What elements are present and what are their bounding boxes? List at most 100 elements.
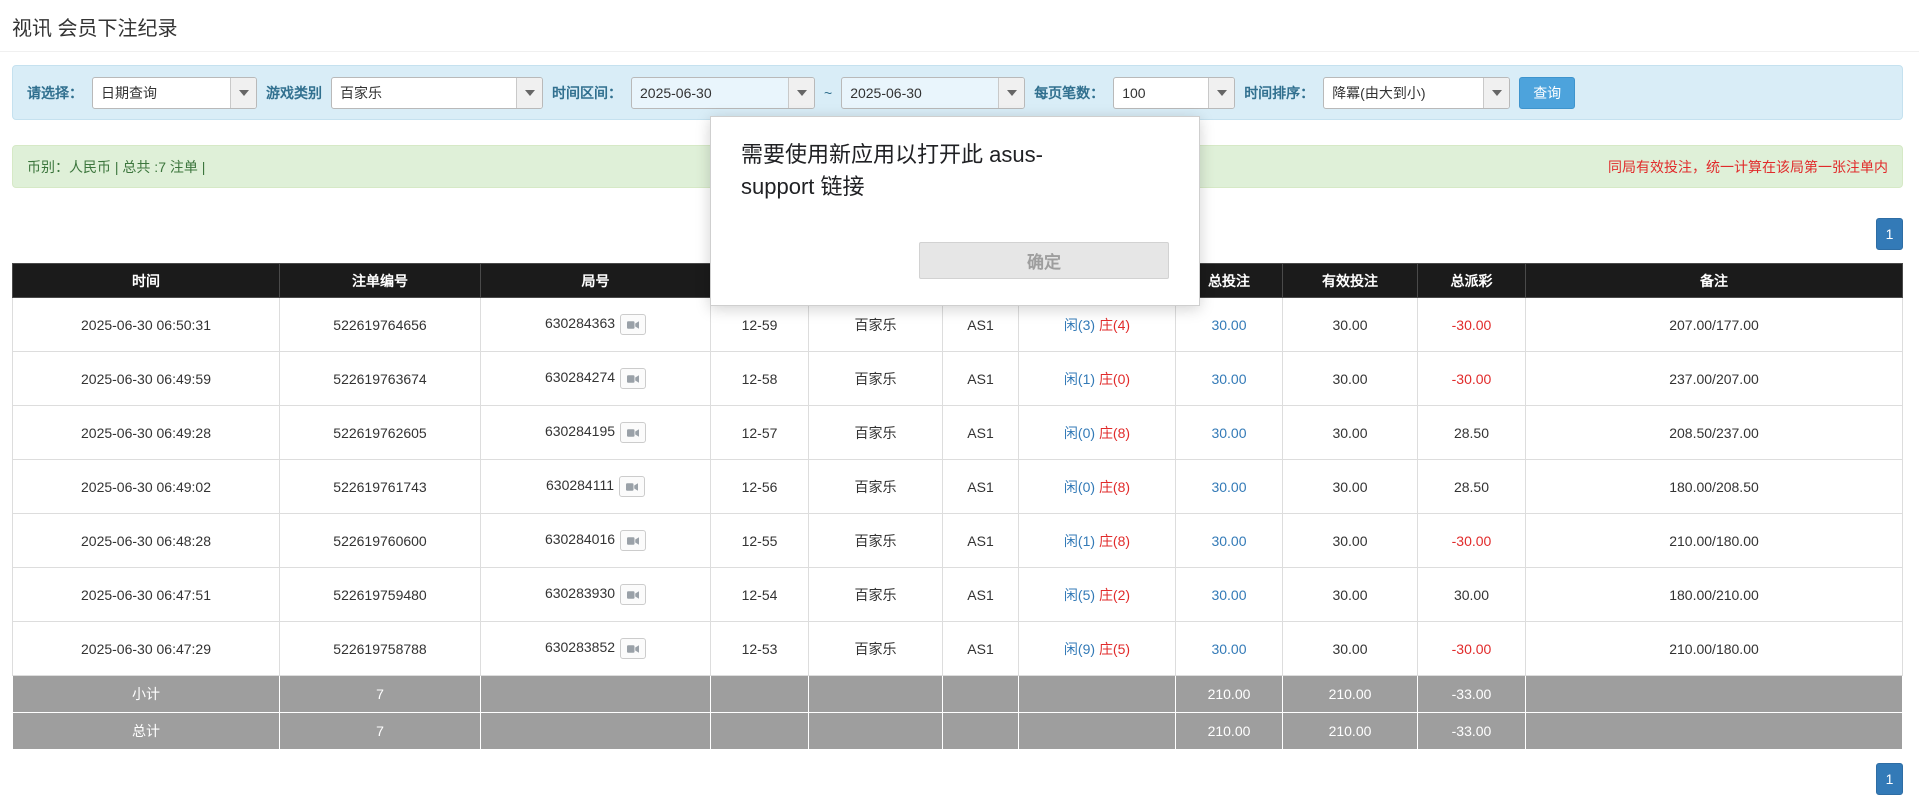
- player-result: 闲(1): [1064, 371, 1095, 387]
- game-type-input[interactable]: [332, 78, 516, 108]
- page-size-combobox: [1113, 77, 1235, 109]
- page-size-input[interactable]: [1114, 78, 1208, 108]
- cell-valid-bet: 30.00: [1283, 514, 1418, 568]
- total-row: 总计 7 210.00 210.00 -33.00: [13, 713, 1903, 750]
- empty-cell: [481, 676, 711, 713]
- date-from-dropdown-button[interactable]: [788, 78, 814, 108]
- table-row: 2025-06-30 06:47:51 522619759480 6302839…: [13, 568, 1903, 622]
- page-size-dropdown-button[interactable]: [1208, 78, 1234, 108]
- video-icon: [627, 535, 639, 547]
- date-to-dropdown-button[interactable]: [998, 78, 1024, 108]
- cell-round-no: 630284111: [481, 460, 711, 514]
- video-icon: [627, 427, 639, 439]
- payout-amount: -30.00: [1452, 641, 1492, 657]
- cell-time: 2025-06-30 06:47:51: [13, 568, 280, 622]
- cell-valid-bet: 30.00: [1283, 298, 1418, 352]
- table-code: AS1: [967, 479, 993, 495]
- cell-total-bet: 30.00: [1176, 622, 1283, 676]
- cell-shoe-round: 12-57: [711, 406, 809, 460]
- pagination-bottom-page-1-button[interactable]: 1: [1876, 763, 1903, 795]
- video-icon-button[interactable]: [620, 368, 646, 389]
- shoe-round: 12-57: [742, 425, 778, 441]
- subtotal-row: 小计 7 210.00 210.00 -33.00: [13, 676, 1903, 713]
- player-result: 闲(0): [1064, 479, 1095, 495]
- sort-order-input[interactable]: [1324, 78, 1483, 108]
- valid-bet: 30.00: [1332, 317, 1367, 333]
- table-code: AS1: [967, 533, 993, 549]
- dialog-message: 需要使用新应用以打开此 asus-support 链接: [741, 139, 1106, 203]
- table-code: AS1: [967, 425, 993, 441]
- shoe-round: 12-59: [742, 317, 778, 333]
- select-type-input[interactable]: [93, 78, 230, 108]
- date-from-input[interactable]: [632, 78, 788, 108]
- date-to-input[interactable]: [842, 78, 998, 108]
- video-icon-button[interactable]: [619, 476, 645, 497]
- round-number: 630284274: [545, 369, 615, 385]
- date-from-combobox: [631, 77, 815, 109]
- sort-order-dropdown-button[interactable]: [1483, 78, 1509, 108]
- video-icon: [627, 643, 639, 655]
- pagination-bottom: 1: [12, 763, 1903, 795]
- cell-time: 2025-06-30 06:49:02: [13, 460, 280, 514]
- game-type: 百家乐: [855, 479, 897, 495]
- video-icon-button[interactable]: [620, 638, 646, 659]
- cell-payout: -30.00: [1418, 352, 1526, 406]
- total-bet-link[interactable]: 30.00: [1211, 317, 1246, 333]
- select-type-dropdown-button[interactable]: [230, 78, 256, 108]
- cell-total-bet: 30.00: [1176, 568, 1283, 622]
- game-type: 百家乐: [855, 587, 897, 603]
- bet-id: 522619764656: [333, 317, 426, 333]
- empty-cell: [481, 713, 711, 750]
- cell-shoe-round: 12-54: [711, 568, 809, 622]
- round-number: 630284016: [545, 531, 615, 547]
- valid-bet: 30.00: [1332, 587, 1367, 603]
- empty-cell: [943, 713, 1019, 750]
- player-result: 闲(0): [1064, 425, 1095, 441]
- dialog-confirm-button[interactable]: 确定: [919, 242, 1169, 279]
- search-button[interactable]: 查询: [1519, 77, 1575, 109]
- video-icon-button[interactable]: [620, 530, 646, 551]
- bet-id: 522619759480: [333, 587, 426, 603]
- game-type-dropdown-button[interactable]: [516, 78, 542, 108]
- cell-payout: -30.00: [1418, 514, 1526, 568]
- game-type-label: 游戏类别: [266, 83, 322, 103]
- total-bet-link[interactable]: 30.00: [1211, 425, 1246, 441]
- banker-result: 庄(4): [1099, 317, 1130, 333]
- round-number: 630284195: [545, 423, 615, 439]
- video-icon-button[interactable]: [620, 584, 646, 605]
- banker-result: 庄(8): [1099, 479, 1130, 495]
- cell-payout: 28.50: [1418, 406, 1526, 460]
- video-icon: [626, 481, 638, 493]
- video-icon: [627, 589, 639, 601]
- remark-balance: 180.00/210.00: [1669, 587, 1759, 603]
- valid-bet: 30.00: [1332, 479, 1367, 495]
- total-bet-link[interactable]: 30.00: [1211, 587, 1246, 603]
- video-icon-button[interactable]: [620, 314, 646, 335]
- total-bet-link[interactable]: 30.00: [1211, 479, 1246, 495]
- subtotal-total-bet: 210.00: [1176, 676, 1283, 713]
- total-bet-link[interactable]: 30.00: [1211, 641, 1246, 657]
- banker-result: 庄(8): [1099, 425, 1130, 441]
- banker-result: 庄(8): [1099, 533, 1130, 549]
- shoe-round: 12-54: [742, 587, 778, 603]
- shoe-round: 12-53: [742, 641, 778, 657]
- cell-result: 闲(1) 庄(8): [1019, 514, 1176, 568]
- remark-balance: 180.00/208.50: [1669, 479, 1759, 495]
- video-icon-button[interactable]: [620, 422, 646, 443]
- total-payout: -33.00: [1418, 713, 1526, 750]
- chevron-down-icon: [1492, 90, 1502, 96]
- total-valid-bet: 210.00: [1283, 713, 1418, 750]
- total-bet-link[interactable]: 30.00: [1211, 371, 1246, 387]
- total-bet-link[interactable]: 30.00: [1211, 533, 1246, 549]
- total-label: 总计: [13, 713, 280, 750]
- cell-payout: 30.00: [1418, 568, 1526, 622]
- cell-bet-id: 522619758788: [280, 622, 481, 676]
- empty-cell: [711, 676, 809, 713]
- pagination-top-page-1-button[interactable]: 1: [1876, 218, 1903, 250]
- empty-cell: [1526, 713, 1903, 750]
- cell-valid-bet: 30.00: [1283, 460, 1418, 514]
- remark-balance: 208.50/237.00: [1669, 425, 1759, 441]
- game-type: 百家乐: [855, 317, 897, 333]
- bet-id: 522619762605: [333, 425, 426, 441]
- cell-remark: 180.00/208.50: [1526, 460, 1903, 514]
